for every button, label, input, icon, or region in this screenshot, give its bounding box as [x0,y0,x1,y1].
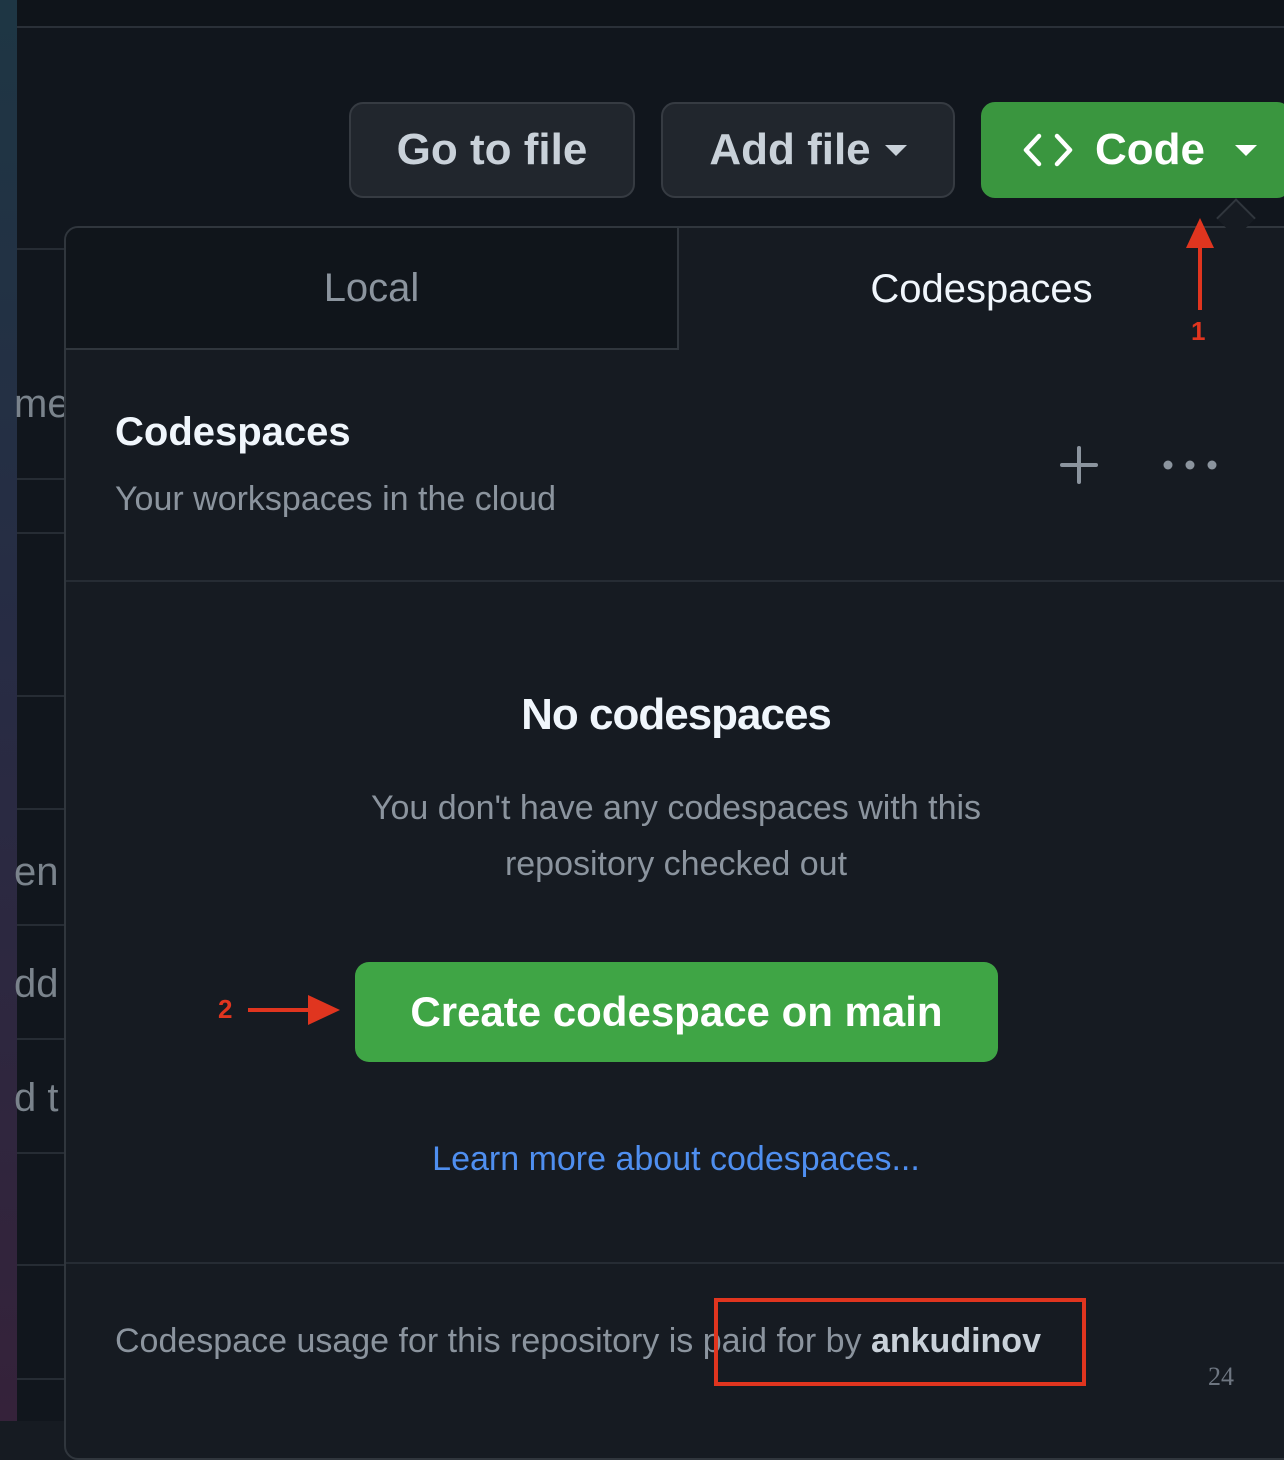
footer-divider [66,1262,1284,1264]
bg-row-text: dd [14,962,59,1006]
bg-row-divider [17,1378,67,1380]
create-codespace-button[interactable]: Create codespace on main [355,962,998,1062]
code-label: Code [1095,125,1205,174]
learn-more-link[interactable]: Learn more about codespaces... [376,1140,976,1179]
bg-row-text: en [14,850,59,894]
create-codespace-label: Create codespace on main [410,988,943,1035]
empty-state-title: No codespaces [521,690,832,739]
bg-row-divider [17,924,67,926]
empty-state-description: You don't have any codespaces with this … [336,780,1016,892]
annotation-arrow-right-icon [248,995,340,1025]
chevron-down-icon [884,144,907,156]
annotation-highlight-box [714,1298,1086,1386]
more-options-button[interactable] [1158,448,1222,482]
empty-state-description-line: repository checked out [504,845,848,883]
annotation-step-1: 1 [1191,316,1206,346]
tab-local[interactable]: Local [66,228,679,350]
go-to-file-label: Go to file [396,125,588,174]
bg-row-divider [17,808,67,810]
annotation-step-2: 2 [218,994,233,1024]
page-number: 24 [1208,1362,1234,1391]
empty-state-description-line: You don't have any codespaces with this [370,789,982,827]
bg-row-divider [17,478,67,480]
annotation-arrow-up-icon [1186,218,1214,310]
plus-icon [1060,446,1098,484]
bg-row-divider [17,1152,67,1154]
tab-local-label: Local [323,265,420,310]
go-to-file-button[interactable]: Go to file [349,102,635,198]
add-file-label: Add file [709,125,871,174]
section-subtitle: Your workspaces in the cloud [115,480,557,518]
bg-row-text: me [14,382,64,426]
bg-row-text: d t [14,1076,59,1120]
new-codespace-plus-button[interactable] [1054,440,1104,490]
chevron-down-icon [1235,144,1257,156]
code-button[interactable]: Code [981,102,1284,198]
bg-row-divider [17,248,67,250]
add-file-button[interactable]: Add file [661,102,955,198]
bg-row-divider [17,532,67,534]
bg-row-divider [17,695,67,697]
bg-row-divider [17,1264,67,1266]
section-title: Codespaces [115,410,351,454]
bg-row-divider [17,1038,67,1040]
tab-codespaces-label: Codespaces [870,266,1093,311]
billing-footer-prefix: Codespace usage for this repository is [115,1322,703,1360]
kebab-horizontal-icon [1163,460,1217,470]
top-bar [17,0,1284,28]
code-brackets-icon [1023,132,1073,168]
section-divider [66,580,1284,582]
left-edge-strip [0,0,17,1421]
